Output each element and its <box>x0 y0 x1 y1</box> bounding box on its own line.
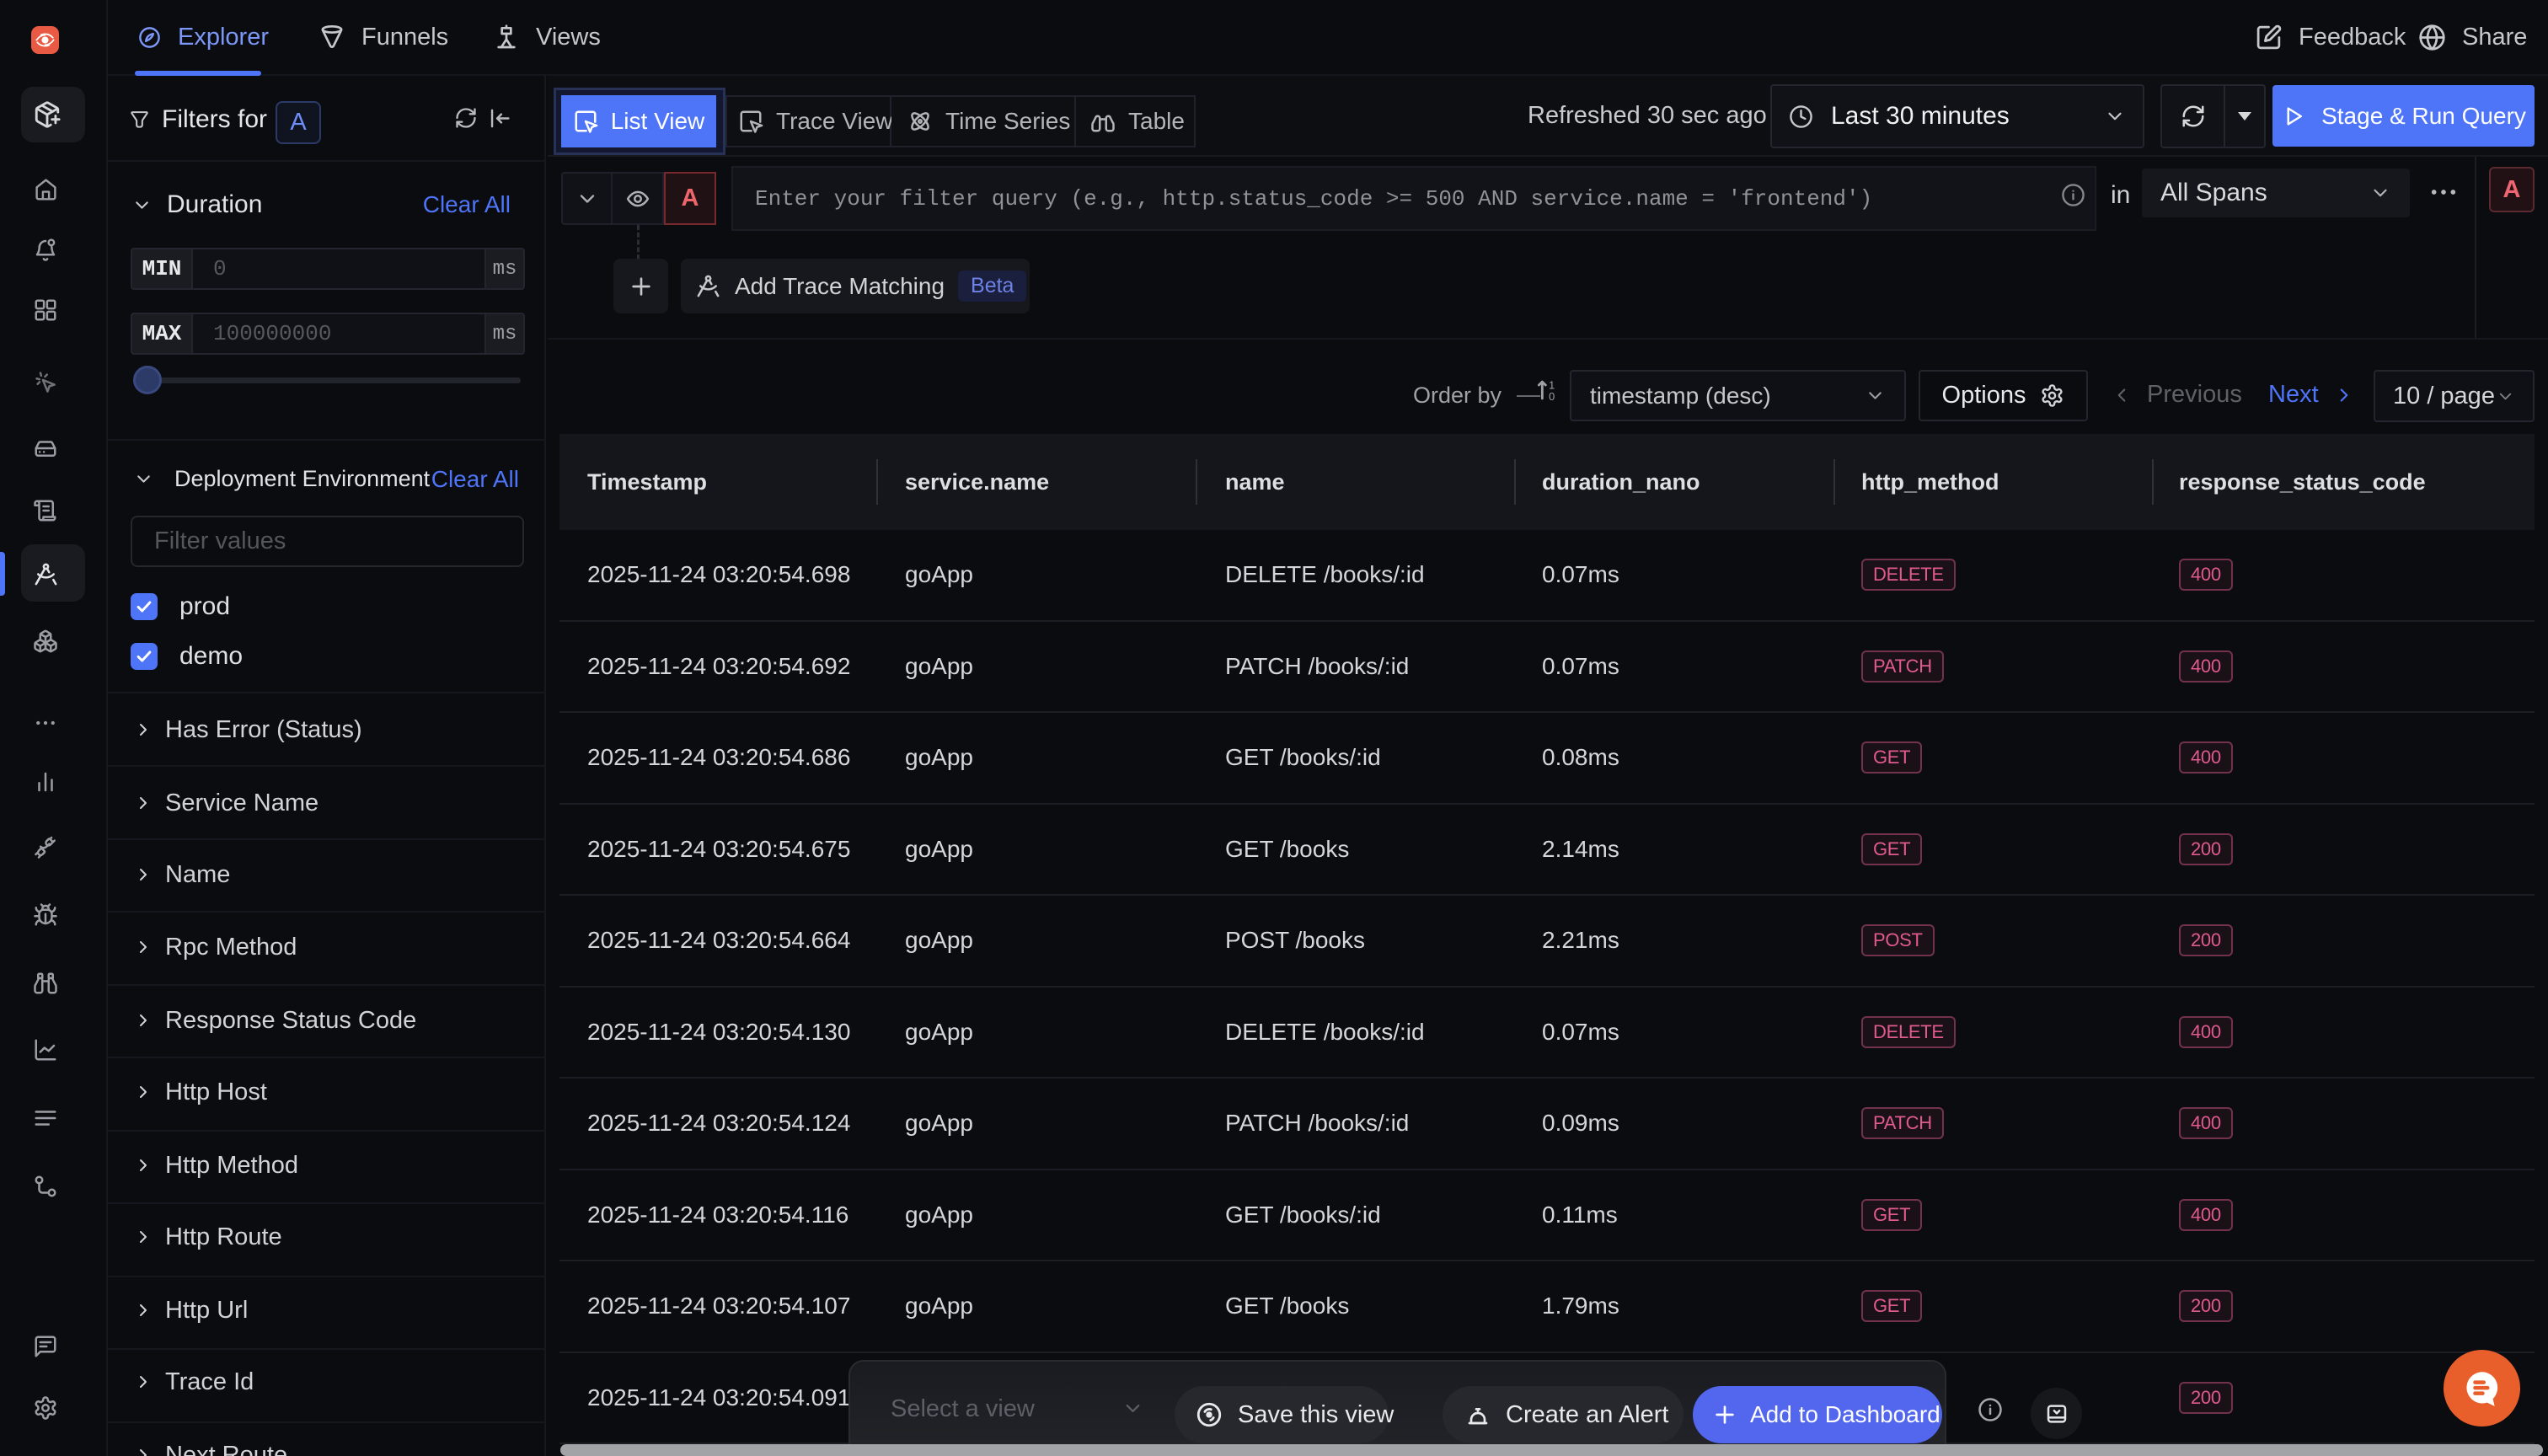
svg-text:0: 0 <box>1549 390 1555 403</box>
